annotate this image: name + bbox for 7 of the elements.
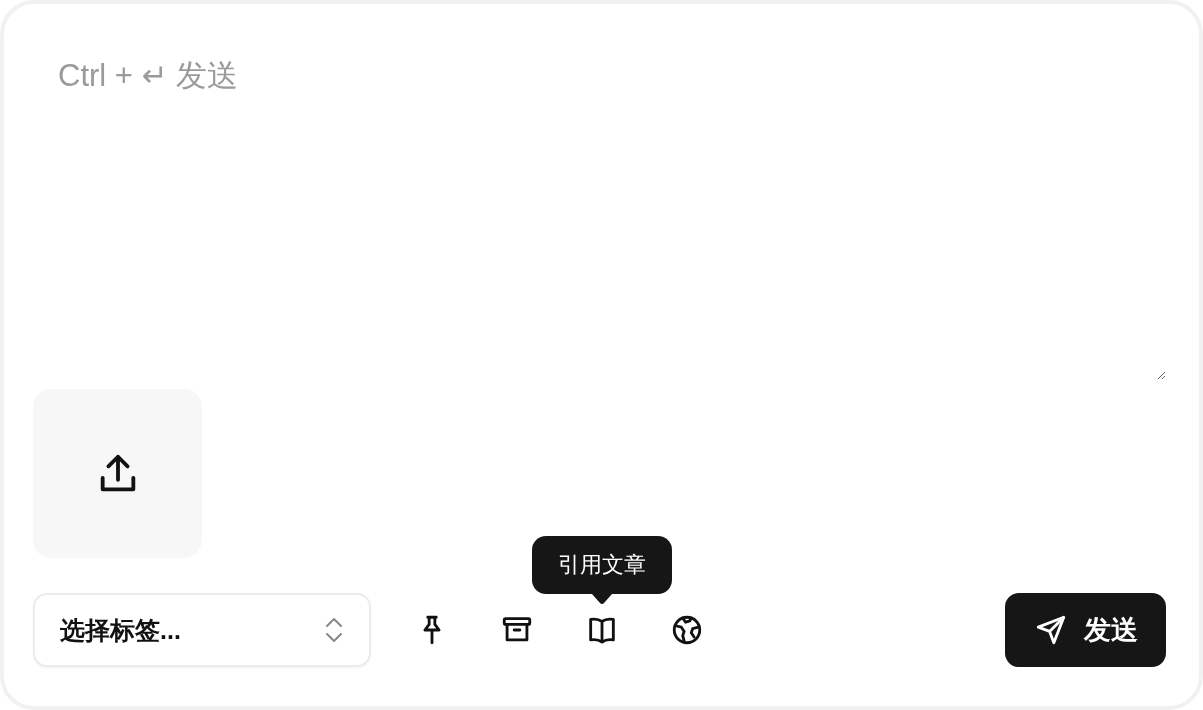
tooltip: 引用文章 [532,536,672,594]
message-composer[interactable]: Ctrl + ↵ 发送 选择标签... 引用文章 发送 [0,0,1203,710]
globe-icon [670,613,704,647]
send-button[interactable]: 发送 [1005,593,1166,667]
tag-select[interactable]: 选择标签... [33,593,371,667]
tooltip-pointer-icon [592,594,612,604]
chevron-up-down-icon [323,615,345,645]
